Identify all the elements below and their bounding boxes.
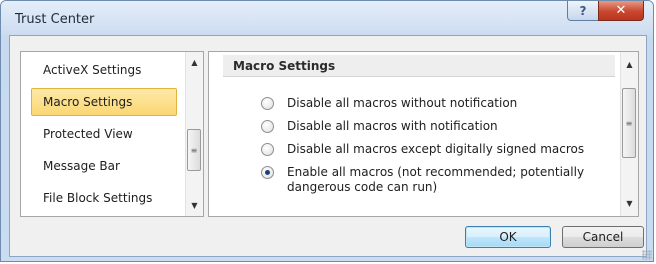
title-bar[interactable]: Trust Center ? ✕	[1, 1, 653, 35]
nav-item-label: Protected View	[43, 127, 133, 141]
nav-item-message-bar[interactable]: Message Bar	[31, 152, 177, 180]
radio-button-checked[interactable]	[261, 166, 274, 179]
trust-center-dialog: Trust Center ? ✕ ActiveX Settings Macro …	[0, 0, 654, 262]
radio-button[interactable]	[261, 97, 274, 110]
radio-button[interactable]	[261, 120, 274, 133]
option-disable-all-without-notification[interactable]: Disable all macros without notification	[261, 96, 621, 111]
scrollbar-thumb[interactable]: ≡	[622, 88, 636, 158]
help-icon: ?	[579, 3, 587, 18]
option-disable-all-with-notification[interactable]: Disable all macros with notification	[261, 119, 621, 134]
nav-item-protected-view[interactable]: Protected View	[31, 120, 177, 148]
scroll-up-arrow-icon[interactable]: ▲	[186, 54, 203, 71]
option-label: Disable all macros without notification	[287, 96, 518, 110]
nav-item-file-block-settings[interactable]: File Block Settings	[31, 184, 177, 212]
help-button[interactable]: ?	[567, 1, 599, 21]
radio-button[interactable]	[261, 143, 274, 156]
grip-icon: ≡	[190, 145, 198, 155]
close-button[interactable]: ✕	[598, 1, 644, 21]
nav-item-label: Message Bar	[43, 159, 120, 173]
section-title: Macro Settings	[233, 59, 336, 73]
scrollbar-thumb[interactable]: ≡	[187, 129, 201, 171]
scroll-up-arrow-icon[interactable]: ▲	[621, 56, 638, 73]
option-disable-except-signed[interactable]: Disable all macros except digitally sign…	[261, 142, 621, 157]
option-label: Enable all macros (not recommended; pote…	[287, 165, 585, 194]
ok-button-label: OK	[499, 230, 517, 244]
section-header: Macro Settings	[223, 55, 615, 77]
option-enable-all-macros[interactable]: Enable all macros (not recommended; pote…	[261, 165, 621, 195]
nav-item-label: ActiveX Settings	[43, 63, 142, 77]
dialog-title: Trust Center	[15, 12, 95, 27]
nav-item-activex-settings[interactable]: ActiveX Settings	[31, 56, 177, 84]
cancel-button-label: Cancel	[582, 230, 624, 244]
category-list-scrollbar[interactable]: ▲ ≡ ▼	[185, 52, 203, 216]
scroll-down-arrow-icon[interactable]: ▼	[186, 197, 203, 214]
nav-item-label: File Block Settings	[43, 191, 153, 205]
grip-icon: ≡	[625, 118, 633, 128]
ok-button[interactable]: OK	[465, 226, 551, 248]
scroll-down-arrow-icon[interactable]: ▼	[621, 195, 638, 212]
category-list[interactable]: ActiveX Settings Macro Settings Protecte…	[20, 51, 204, 217]
option-label: Disable all macros except digitally sign…	[287, 142, 585, 156]
close-icon: ✕	[615, 3, 627, 18]
macro-settings-pane: Macro Settings Disable all macros withou…	[208, 51, 639, 217]
nav-item-label: Macro Settings	[43, 95, 133, 109]
resize-grip-icon[interactable]	[642, 250, 652, 260]
content-scrollbar[interactable]: ▲ ≡ ▼	[620, 52, 638, 216]
option-label: Disable all macros with notification	[287, 119, 498, 133]
nav-item-macro-settings[interactable]: Macro Settings	[31, 88, 177, 116]
cancel-button[interactable]: Cancel	[562, 226, 644, 248]
